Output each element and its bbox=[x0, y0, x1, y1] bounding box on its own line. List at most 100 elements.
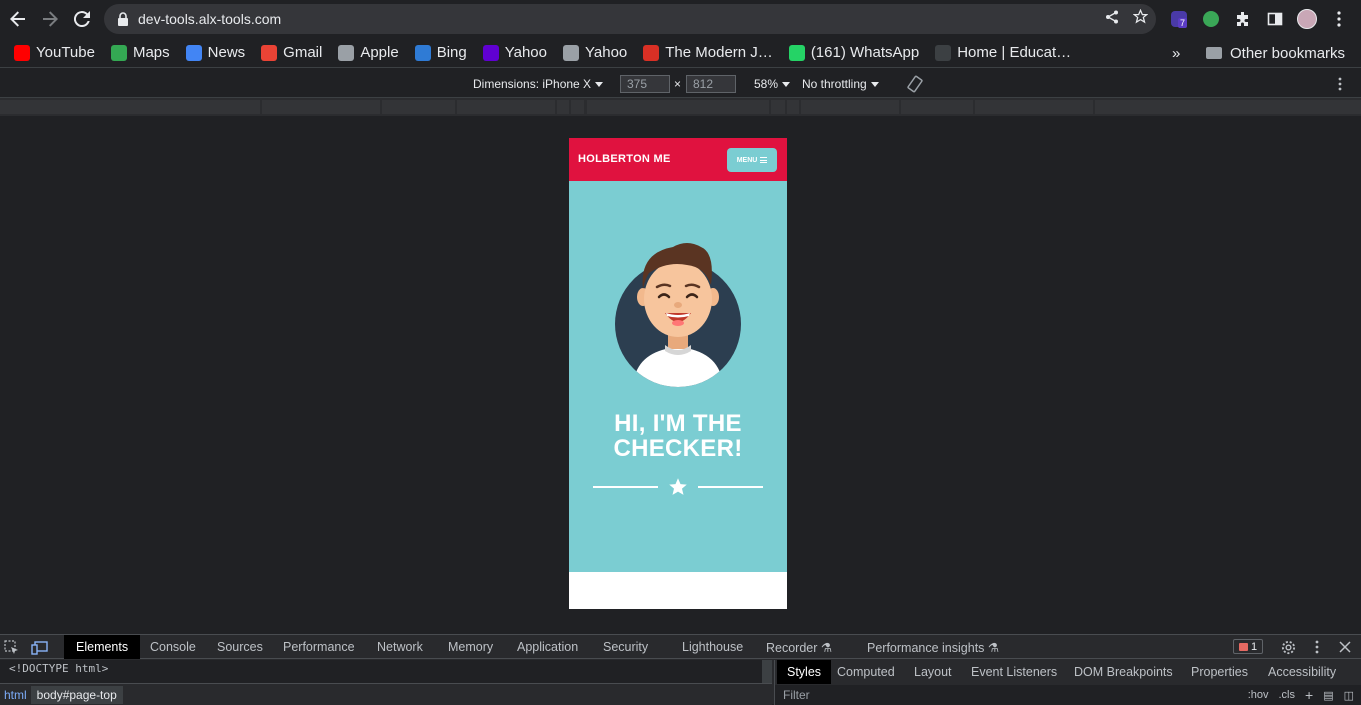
styles-filter-input[interactable]: Filter :hov .cls + ▤ ◫ bbox=[775, 685, 1361, 705]
hov-toggle[interactable]: :hov bbox=[1248, 689, 1269, 701]
breadcrumb-html[interactable]: html bbox=[0, 688, 31, 702]
times-sign: × bbox=[674, 77, 682, 91]
bookmark-label: News bbox=[207, 44, 246, 61]
devtools-menu-icon[interactable] bbox=[1315, 635, 1319, 659]
devtools-tab[interactable]: Console bbox=[150, 635, 196, 659]
menu-label: MENU bbox=[736, 156, 758, 164]
styles-sidebar: Styles Computed Layout Event Listeners DOM B… bbox=[774, 660, 1361, 705]
bookmark-item[interactable]: Home | Educat… bbox=[927, 39, 1079, 67]
divider-line-right bbox=[698, 486, 763, 488]
browser-toolbar: dev-tools.alx-tools.com 7 bbox=[0, 0, 1361, 38]
bookmark-item[interactable]: Bing bbox=[407, 39, 475, 67]
settings-gear-icon[interactable] bbox=[1281, 635, 1296, 659]
styles-tab[interactable]: Event Listeners bbox=[971, 660, 1057, 684]
lock-icon bbox=[118, 12, 128, 26]
hamburger-icon bbox=[760, 157, 768, 163]
folder-icon bbox=[1206, 47, 1222, 59]
reload-icon[interactable] bbox=[66, 3, 98, 35]
error-icon bbox=[1238, 642, 1248, 651]
hero-title-line2: CHECKER! bbox=[613, 435, 743, 462]
news-icon bbox=[185, 44, 202, 61]
url-text: dev-tools.alx-tools.com bbox=[138, 11, 282, 27]
scrollbar[interactable] bbox=[762, 660, 772, 683]
close-devtools-icon[interactable] bbox=[1339, 635, 1351, 659]
bookmark-item[interactable]: Maps bbox=[103, 39, 178, 67]
breadcrumb-body[interactable]: body#page-top bbox=[30, 685, 123, 704]
back-icon[interactable] bbox=[2, 3, 34, 35]
forward-icon[interactable] bbox=[34, 3, 66, 35]
devtools-panel: Elements Console Sources Performance Network… bbox=[0, 634, 1361, 705]
devtools-tab[interactable]: Elements bbox=[64, 635, 141, 659]
devtools-tab[interactable]: Memory bbox=[448, 635, 493, 659]
bookmarks-overflow-button[interactable]: » bbox=[1172, 38, 1180, 68]
dimensions-dropdown[interactable]: Dimensions: iPhone X bbox=[473, 70, 604, 98]
grammar-extension-icon[interactable] bbox=[1200, 8, 1222, 30]
bookmark-label: (161) WhatsApp bbox=[810, 44, 920, 61]
styles-tab[interactable]: Layout bbox=[914, 660, 952, 684]
devtools-tab[interactable]: Application bbox=[517, 635, 578, 659]
apple-icon bbox=[338, 44, 355, 61]
bookmark-label: YouTube bbox=[36, 44, 95, 61]
computed-style-icon[interactable]: ▤ bbox=[1323, 689, 1333, 702]
bookmark-item[interactable]: News bbox=[178, 39, 254, 67]
star-divider bbox=[593, 477, 763, 497]
bookmark-item[interactable]: Yahoo bbox=[555, 39, 635, 67]
devtools-tab[interactable]: Network bbox=[377, 635, 423, 659]
site-brand[interactable]: HOLBERTON ME bbox=[578, 153, 671, 165]
device-toggle-icon[interactable] bbox=[31, 635, 48, 659]
yahoo-icon bbox=[482, 44, 499, 61]
bookmark-item[interactable]: Yahoo bbox=[475, 39, 555, 67]
styles-tab[interactable]: DOM Breakpoints bbox=[1074, 660, 1173, 684]
bookmark-star-icon[interactable] bbox=[1132, 8, 1149, 29]
chevron-down-icon bbox=[595, 81, 604, 87]
zoom-dropdown[interactable]: 58% bbox=[754, 70, 791, 98]
menu-button[interactable]: MENU bbox=[727, 148, 777, 172]
cls-toggle[interactable]: .cls bbox=[1279, 689, 1296, 701]
styles-tab[interactable]: Computed bbox=[837, 660, 895, 684]
doctype-node[interactable]: <!DOCTYPE html> bbox=[9, 662, 108, 675]
bookmark-label: Bing bbox=[436, 44, 467, 61]
styles-tab[interactable]: Properties bbox=[1191, 660, 1248, 684]
width-input[interactable]: 375 bbox=[620, 75, 670, 93]
bookmark-item[interactable]: YouTube bbox=[6, 39, 103, 67]
bookmark-label: Yahoo bbox=[585, 44, 628, 61]
bookmark-label: Home | Educat… bbox=[957, 44, 1072, 61]
devtools-tab[interactable]: Performance bbox=[283, 635, 355, 659]
throttling-label: No throttling bbox=[802, 77, 867, 91]
bookmark-item[interactable]: The Modern J… bbox=[635, 39, 781, 67]
media-query-bar[interactable] bbox=[0, 98, 1361, 116]
address-bar[interactable]: dev-tools.alx-tools.com bbox=[104, 4, 1156, 34]
bookmark-item[interactable]: (161) WhatsApp bbox=[781, 39, 927, 67]
maps-icon bbox=[110, 44, 127, 61]
styles-tab[interactable]: Styles bbox=[777, 660, 832, 684]
other-bookmarks-label: Other bookmarks bbox=[1230, 44, 1346, 62]
devtools-tab[interactable]: Security bbox=[603, 635, 648, 659]
share-icon[interactable] bbox=[1105, 10, 1119, 29]
add-rule-icon[interactable]: + bbox=[1305, 687, 1313, 703]
devtools-tab[interactable]: Recorder ⚗ bbox=[766, 635, 832, 659]
styles-tab[interactable]: Accessibility bbox=[1268, 660, 1336, 684]
inspect-element-icon[interactable] bbox=[4, 635, 19, 659]
bookmark-item[interactable]: Gmail bbox=[253, 39, 330, 67]
error-badge[interactable]: 1 bbox=[1233, 639, 1263, 654]
throttling-dropdown[interactable]: No throttling bbox=[802, 70, 879, 98]
devtools-tab[interactable]: Sources bbox=[217, 635, 263, 659]
side-panel-icon[interactable] bbox=[1264, 8, 1286, 30]
height-input[interactable]: 812 bbox=[686, 75, 736, 93]
devtools-tab[interactable]: Lighthouse bbox=[682, 635, 743, 659]
sidebar-toggle-icon[interactable]: ◫ bbox=[1344, 689, 1354, 702]
extension-badge-icon[interactable]: 7 bbox=[1168, 8, 1190, 30]
profile-avatar-icon[interactable] bbox=[1296, 8, 1318, 30]
bookmark-label: Apple bbox=[360, 44, 399, 61]
devtools-tab[interactable]: Performance insights ⚗ bbox=[867, 635, 999, 659]
bookmarks-bar: YouTube Maps News Gmail Apple Bing Yahoo Yahoo T… bbox=[0, 38, 1361, 68]
puzzle-icon[interactable] bbox=[1232, 8, 1254, 30]
elements-panel: <!DOCTYPE html> html body#page-top bbox=[0, 660, 772, 705]
kebab-menu-icon[interactable] bbox=[1328, 8, 1350, 30]
bookmark-label: Gmail bbox=[283, 44, 323, 61]
rotate-icon[interactable] bbox=[906, 70, 924, 98]
bookmark-item[interactable]: Apple bbox=[330, 39, 406, 67]
other-bookmarks-folder[interactable]: Other bookmarks bbox=[1206, 38, 1345, 68]
device-options-icon[interactable] bbox=[1338, 70, 1342, 98]
zoom-label: 58% bbox=[754, 77, 779, 91]
